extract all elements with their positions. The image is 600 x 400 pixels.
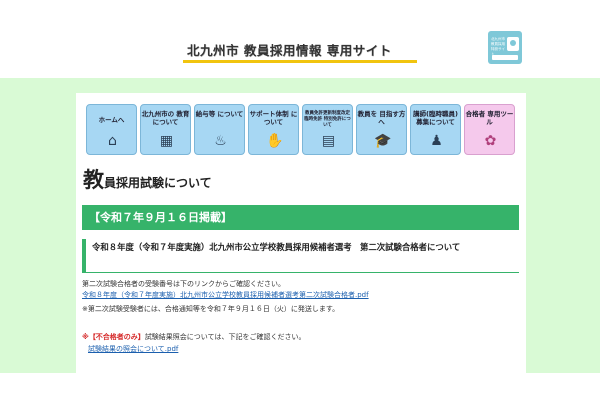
- nav-support[interactable]: サポート体制 について ✋: [248, 104, 299, 155]
- sakura-icon: ✿: [484, 133, 497, 149]
- nav-label: ホームへ: [98, 116, 125, 124]
- graduation-cap-icon: 🎓: [374, 133, 392, 149]
- nav-license[interactable]: 教員免許更新制度改定 臨時免許 特別免許について ▤: [302, 104, 353, 155]
- failed-only-label: 【不合格者のみ】: [88, 333, 145, 341]
- nav-passer-tools[interactable]: 合格者 専用ツール ✿: [464, 104, 515, 155]
- title-underline: [183, 60, 417, 63]
- nav-aspiring[interactable]: 教員を 目指す方へ 🎓: [356, 104, 407, 155]
- nav-label: サポート体制 について: [249, 110, 298, 126]
- logo-text: 北九州市 教員採用 特設サイト: [491, 37, 505, 56]
- main-content: ホームへ ⌂ 北九州市の 教育について ▦ 給与等 について ♨ サポート体制 …: [76, 93, 526, 373]
- notice-marker: ※: [82, 333, 89, 341]
- nav-home[interactable]: ホームへ ⌂: [86, 104, 137, 155]
- nav-education[interactable]: 北九州市の 教育について ▦: [140, 104, 191, 155]
- nav-label: 教員免許更新制度改定 臨時免許 特別免許について: [304, 111, 351, 128]
- logo-figure: [507, 37, 519, 51]
- page-title: 教員採用試験について: [83, 164, 212, 194]
- school-building-icon: ▦: [159, 133, 174, 149]
- date-banner: 【令和７年９月１６日掲載】: [82, 205, 519, 230]
- school-logo-icon[interactable]: 北九州市 教員採用 特設サイト: [488, 31, 522, 64]
- failed-notice: ※【不合格者のみ】試験結果照会については、下記をご確認ください。: [82, 332, 305, 342]
- nav-label: 教員を 目指す方へ: [357, 110, 406, 126]
- nav-label: 合格者 専用ツール: [465, 110, 514, 126]
- nav-salary[interactable]: 給与等 について ♨: [194, 104, 245, 155]
- inquiry-pdf-link[interactable]: 試験結果の照会について.pdf: [88, 344, 178, 354]
- page-title-rest: 員採用試験について: [104, 176, 212, 190]
- nav-bar: ホームへ ⌂ 北九州市の 教育について ▦ 給与等 について ♨ サポート体制 …: [86, 104, 515, 155]
- notice-text: ※第二次試験受験者には、合格通知等を令和７年９月１６日（火）に発送します。: [82, 305, 340, 313]
- site-header: 北九州市 教員採用情報 専用サイト 北九州市 教員採用 特設サイト: [0, 0, 600, 78]
- nav-label: 講師(臨時職員) 募集について: [413, 110, 458, 126]
- failed-notice-text: 試験結果照会については、下記をご確認ください。: [144, 333, 306, 341]
- nav-label: 北九州市の 教育について: [141, 110, 190, 126]
- home-icon: ⌂: [108, 133, 117, 149]
- teacher-icon: ♟: [430, 133, 443, 149]
- page-title-first-char: 教: [83, 168, 104, 192]
- bottom-spacer: [0, 373, 600, 400]
- nav-lecturer[interactable]: 講師(臨時職員) 募集について ♟: [410, 104, 461, 155]
- results-pdf-link[interactable]: 令和８年度（令和７年度実施）北九州市公立学校教員採用候補者選考第二次試験合格者.…: [82, 290, 369, 300]
- site-title[interactable]: 北九州市 教員採用情報 専用サイト: [187, 40, 392, 59]
- logo-base: [492, 55, 518, 60]
- page: 北九州市 教員採用情報 専用サイト 北九州市 教員採用 特設サイト ホームへ ⌂…: [0, 0, 600, 400]
- id-card-icon: ▤: [321, 133, 336, 149]
- nav-label: 給与等 について: [195, 110, 244, 118]
- handshake-icon: ✋: [266, 133, 284, 149]
- instruction-text: 第二次試験合格者の受験番号は下のリンクからご確認ください。: [82, 280, 285, 288]
- money-hand-icon: ♨: [214, 133, 227, 149]
- section-title: 令和８年度（令和７年度実施）北九州市公立学校教員採用候補者選考 第二次試験合格者…: [82, 239, 519, 273]
